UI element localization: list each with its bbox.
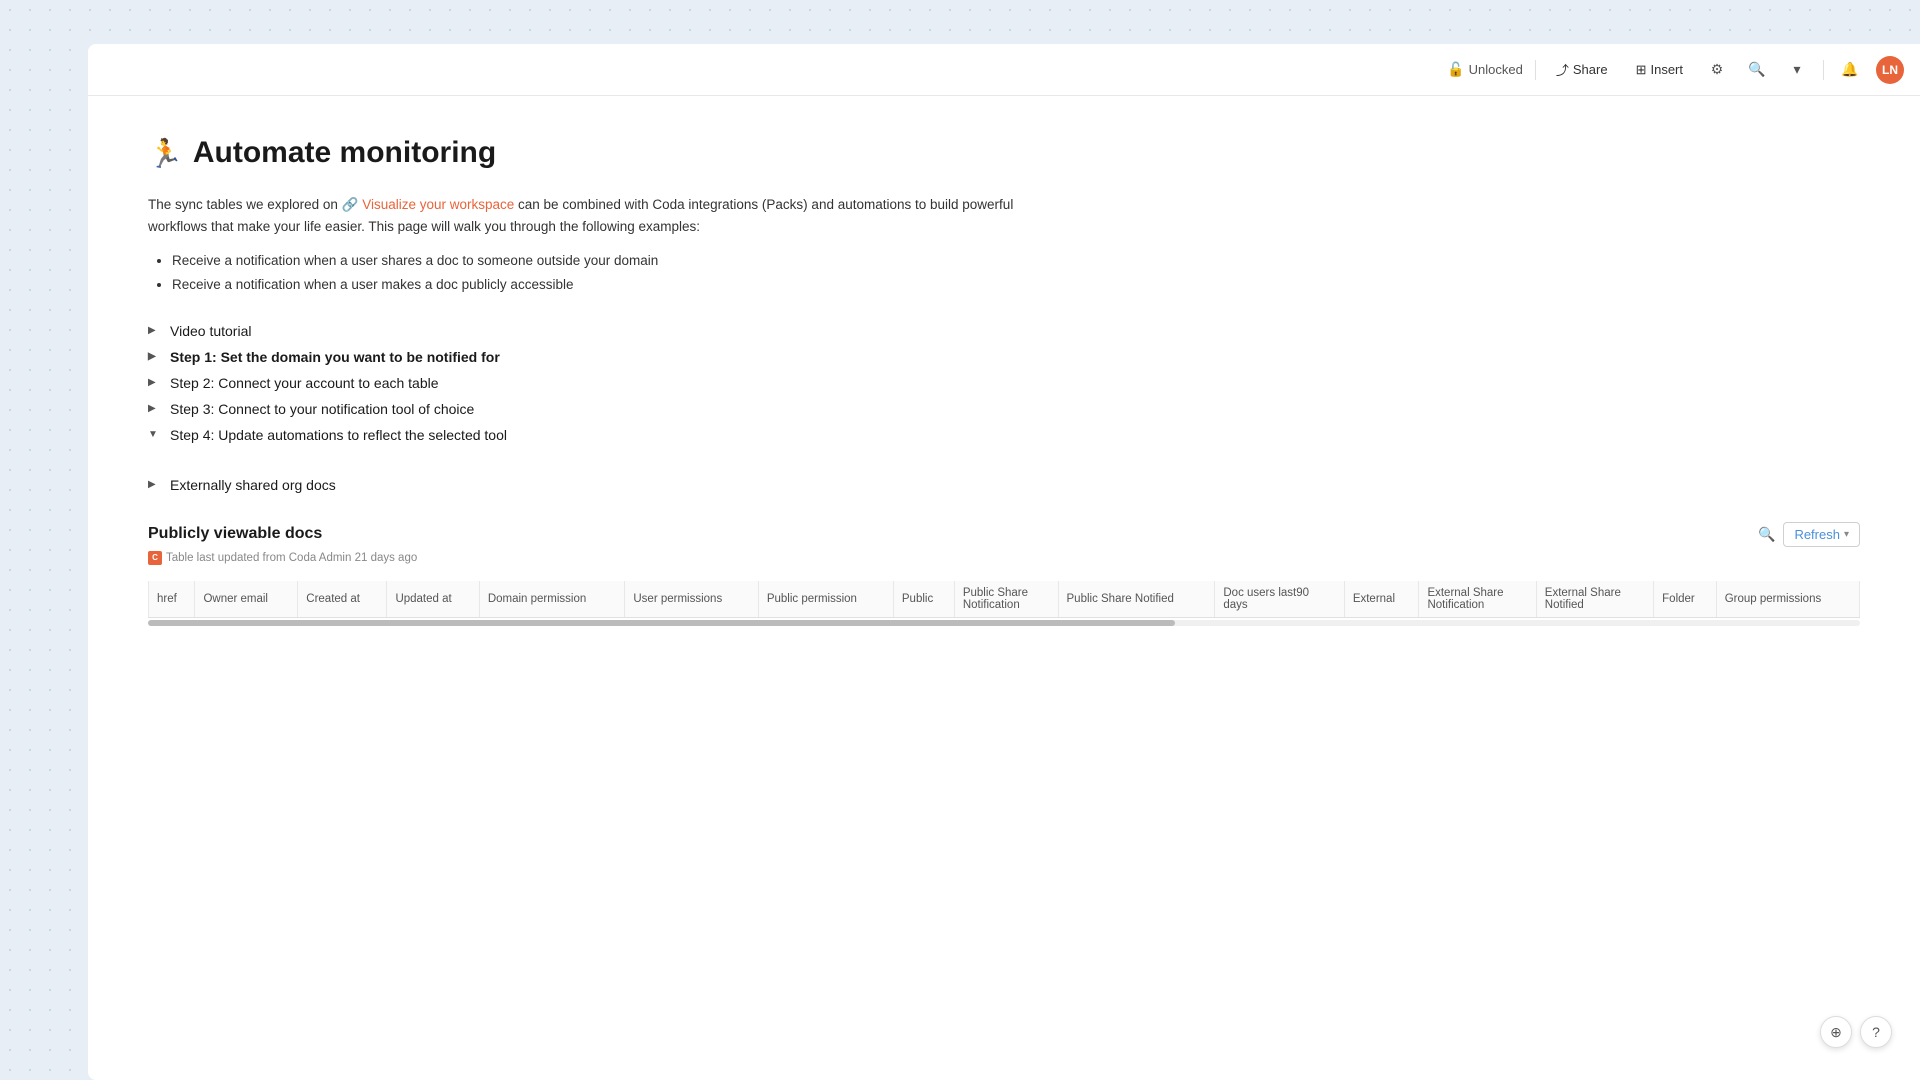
publicly-viewable-table: href Owner email Created at Updated at D… <box>148 581 1860 618</box>
content-area: 🏃 Automate monitoring The sync tables we… <box>88 96 1920 1080</box>
col-external-share-notification: External ShareNotification <box>1419 581 1536 618</box>
settings-button[interactable]: ⚙ <box>1703 56 1731 84</box>
topbar-divider-1 <box>1535 60 1536 80</box>
chevron-right-icon: ▶ <box>148 325 162 336</box>
section-step4[interactable]: ▼ Step 4: Update automations to reflect … <box>148 422 1860 448</box>
col-created-at: Created at <box>298 581 387 618</box>
bottom-right-buttons: ⊕ ? <box>1820 1016 1892 1048</box>
bullet-item-1: Receive a notification when a user share… <box>172 249 1860 273</box>
table-toolbar: 🔍 Refresh ▾ <box>1758 522 1860 547</box>
navigate-button[interactable]: ⊕ <box>1820 1016 1852 1048</box>
col-folder: Folder <box>1654 581 1717 618</box>
help-icon: ? <box>1872 1024 1880 1040</box>
section-label-step3: Step 3: Connect to your notification too… <box>170 401 474 417</box>
horizontal-scrollbar-thumb[interactable] <box>148 620 1175 626</box>
section-video-tutorial[interactable]: ▶ Video tutorial <box>148 318 1860 344</box>
chevron-down-icon-4: ▼ <box>148 429 162 440</box>
unlocked-section: 🔓 Unlocked <box>1447 61 1523 78</box>
section-step3[interactable]: ▶ Step 3: Connect to your notification t… <box>148 396 1860 422</box>
col-external-share-notified: External ShareNotified <box>1536 581 1653 618</box>
horizontal-scrollbar-track[interactable] <box>148 620 1860 626</box>
chevron-down-button[interactable]: ▾ <box>1783 56 1811 84</box>
topbar-divider-2 <box>1823 60 1824 80</box>
bullet-item-2: Receive a notification when a user makes… <box>172 273 1860 297</box>
share-button[interactable]: ⤴ Share <box>1548 56 1616 83</box>
insert-button[interactable]: ⊞ Insert <box>1628 58 1691 82</box>
intro-paragraph: The sync tables we explored on 🔗 Visuali… <box>148 194 1048 237</box>
bullet-list: Receive a notification when a user share… <box>172 249 1860 298</box>
section-label-step2: Step 2: Connect your account to each tab… <box>170 375 439 391</box>
table-meta: C Table last updated from Coda Admin 21 … <box>148 551 1860 565</box>
notification-button[interactable]: 🔔 <box>1836 56 1864 84</box>
col-group-permissions: Group permissions <box>1716 581 1859 618</box>
chevron-right-icon-1: ▶ <box>148 351 162 362</box>
link-icon-small: 🔗 <box>342 197 359 212</box>
col-external: External <box>1344 581 1419 618</box>
refresh-button[interactable]: Refresh ▾ <box>1783 522 1860 547</box>
intro-link[interactable]: Visualize your workspace <box>362 197 514 212</box>
table-wrapper: href Owner email Created at Updated at D… <box>148 573 1860 626</box>
publicly-viewable-section: Publicly viewable docs 🔍 Refresh ▾ C Tab… <box>148 522 1860 626</box>
table-search-icon[interactable]: 🔍 <box>1758 526 1775 543</box>
table-header: href Owner email Created at Updated at D… <box>149 581 1860 618</box>
col-user-permissions: User permissions <box>625 581 758 618</box>
section-label-step1: Step 1: Set the domain you want to be no… <box>170 349 500 365</box>
unlocked-label: Unlocked <box>1469 62 1523 77</box>
search-top-button[interactable]: 🔍 <box>1743 56 1771 84</box>
col-owner-email: Owner email <box>195 581 298 618</box>
share-icon: ⤴ <box>1556 60 1569 79</box>
col-doc-users-last90-days: Doc users last90days <box>1215 581 1344 618</box>
table-header-row: Publicly viewable docs 🔍 Refresh ▾ <box>148 522 1860 547</box>
section-label-video: Video tutorial <box>170 323 251 339</box>
chevron-right-icon-2: ▶ <box>148 377 162 388</box>
main-container: 🔓 Unlocked ⤴ Share ⊞ Insert ⚙ 🔍 ▾ 🔔 LN 🏃… <box>88 44 1920 1080</box>
refresh-chevron-icon: ▾ <box>1844 529 1849 540</box>
col-domain-permission: Domain permission <box>479 581 625 618</box>
avatar[interactable]: LN <box>1876 56 1904 84</box>
col-public-share-notified: Public Share Notified <box>1058 581 1215 618</box>
help-button[interactable]: ? <box>1860 1016 1892 1048</box>
topbar: 🔓 Unlocked ⤴ Share ⊞ Insert ⚙ 🔍 ▾ 🔔 LN <box>88 44 1920 96</box>
intro-before-link: The sync tables we explored on <box>148 197 342 212</box>
col-public-permission: Public permission <box>758 581 893 618</box>
col-public: Public <box>893 581 954 618</box>
collapsible-sections: ▶ Video tutorial ▶ Step 1: Set the domai… <box>148 318 1860 448</box>
page-emoji: 🏃 <box>148 137 183 170</box>
table-meta-text: Table last updated from Coda Admin 21 da… <box>166 552 417 564</box>
section-step2[interactable]: ▶ Step 2: Connect your account to each t… <box>148 370 1860 396</box>
refresh-label: Refresh <box>1794 527 1840 542</box>
navigate-icon: ⊕ <box>1830 1024 1842 1041</box>
externally-shared-label: Externally shared org docs <box>170 477 336 493</box>
lock-icon: 🔓 <box>1447 61 1464 78</box>
col-href: href <box>149 581 195 618</box>
insert-icon: ⊞ <box>1636 62 1647 78</box>
section-step1[interactable]: ▶ Step 1: Set the domain you want to be … <box>148 344 1860 370</box>
col-public-share-notification: Public ShareNotification <box>954 581 1058 618</box>
externally-shared-section[interactable]: ▶ Externally shared org docs <box>148 472 1860 498</box>
page-title: Automate monitoring <box>193 136 496 170</box>
page-title-section: 🏃 Automate monitoring <box>148 136 1860 170</box>
col-updated-at: Updated at <box>387 581 479 618</box>
section-label-step4: Step 4: Update automations to reflect th… <box>170 427 507 443</box>
table-title: Publicly viewable docs <box>148 525 322 543</box>
coda-icon: C <box>148 551 162 565</box>
chevron-right-icon-3: ▶ <box>148 403 162 414</box>
chevron-right-icon-ext: ▶ <box>148 479 162 490</box>
